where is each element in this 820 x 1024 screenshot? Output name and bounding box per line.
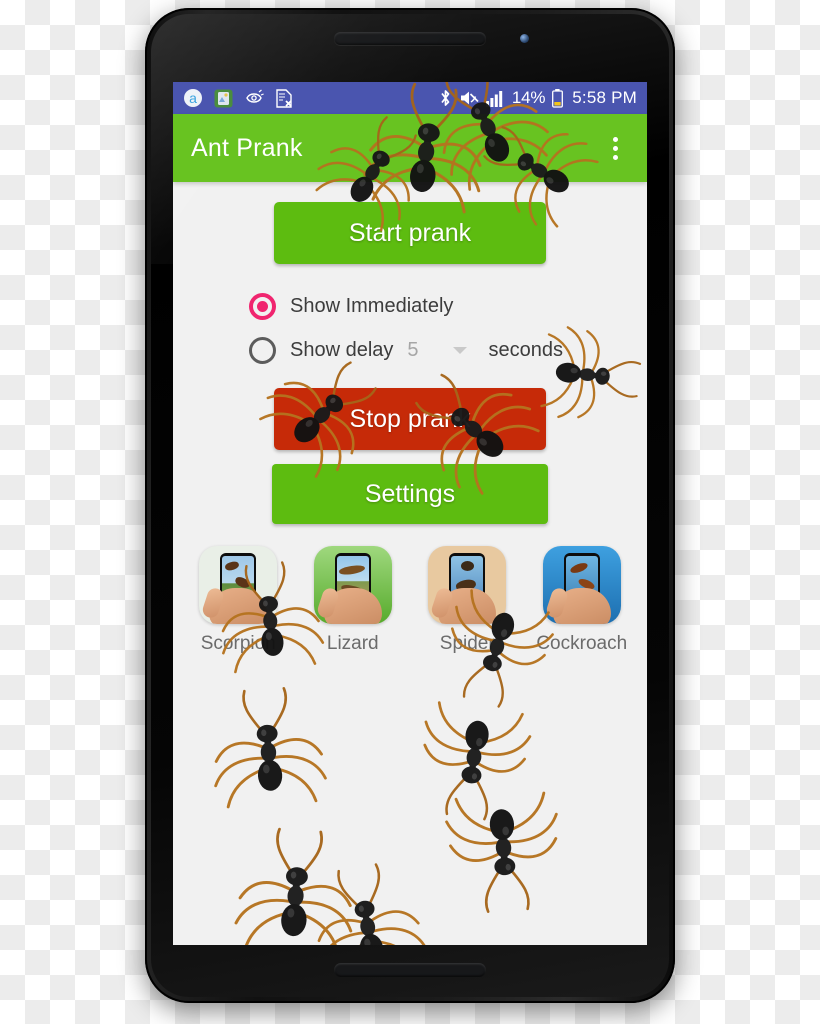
radio-show-immediately-label: Show Immediately: [290, 294, 454, 317]
status-bar-system-icons: 14% 5:58 PM: [439, 88, 637, 108]
amazon-app-icon: a: [184, 89, 202, 107]
radio-show-immediately[interactable]: Show Immediately: [249, 286, 647, 326]
status-bar: a 14% 5:58 PM: [173, 82, 647, 114]
volume-muted-icon: [460, 91, 479, 105]
lizard-app-icon: [313, 546, 392, 624]
overflow-dot-icon: [612, 136, 618, 142]
promo-app-label: Cockroach: [536, 633, 628, 654]
promo-app-spider[interactable]: Spider: [415, 546, 519, 655]
phone-ring-icon: [246, 89, 264, 103]
battery-percent-label: 14%: [511, 88, 546, 107]
document-error-icon: [276, 88, 292, 108]
bluetooth-icon: [441, 90, 450, 106]
promo-apps-row: Scorpion Lizard Spider Cockroach: [181, 546, 639, 655]
bottom-speaker: [334, 963, 486, 977]
page-title: Ant Prank: [191, 133, 303, 162]
radio-unselected-icon: [249, 336, 276, 364]
app-content: Start prank Show Immediately Show delay …: [173, 182, 647, 655]
radio-selected-icon: [249, 292, 276, 320]
phone-screen: a 14% 5:58 PM Ant Prank Start prank Show…: [173, 82, 647, 945]
radio-show-delay[interactable]: Show delay 5 seconds: [249, 330, 647, 370]
status-bar-clock: 5:58 PM: [572, 88, 637, 107]
app-bar: Ant Prank: [173, 114, 647, 182]
delay-radio-group: Show Immediately Show delay 5 seconds: [249, 286, 647, 370]
spider-app-icon: [428, 546, 507, 624]
chevron-down-icon[interactable]: [452, 346, 467, 354]
battery-low-icon: [552, 88, 564, 108]
stop-prank-button[interactable]: Stop prank: [274, 388, 546, 450]
promo-app-cockroach[interactable]: Cockroach: [530, 546, 634, 655]
seconds-unit-label: seconds: [488, 338, 564, 361]
promo-app-label: Spider: [439, 633, 495, 654]
earpiece-speaker: [334, 32, 486, 45]
svg-text:a: a: [189, 90, 197, 106]
overflow-menu-button[interactable]: [601, 130, 629, 166]
delay-seconds-value[interactable]: 5: [407, 339, 418, 362]
promo-app-lizard[interactable]: Lizard: [301, 546, 405, 655]
status-bar-notification-icons: a: [183, 88, 293, 108]
radio-show-delay-label: Show delay: [290, 338, 394, 361]
overflow-dot-icon: [612, 154, 618, 160]
promo-app-scorpion[interactable]: Scorpion: [186, 546, 290, 655]
cockroach-app-icon: [542, 546, 621, 624]
promo-app-label: Lizard: [326, 633, 379, 654]
phone-device: a 14% 5:58 PM Ant Prank Start prank Show…: [145, 8, 675, 1003]
signal-bars-icon: [485, 90, 503, 107]
start-prank-button[interactable]: Start prank: [274, 202, 546, 264]
scorpion-app-icon: [199, 546, 278, 624]
front-camera-icon: [520, 34, 529, 43]
gallery-app-icon: [214, 89, 233, 107]
settings-button[interactable]: Settings: [272, 464, 548, 524]
overflow-dot-icon: [612, 145, 618, 151]
promo-app-label: Scorpion: [200, 633, 276, 654]
